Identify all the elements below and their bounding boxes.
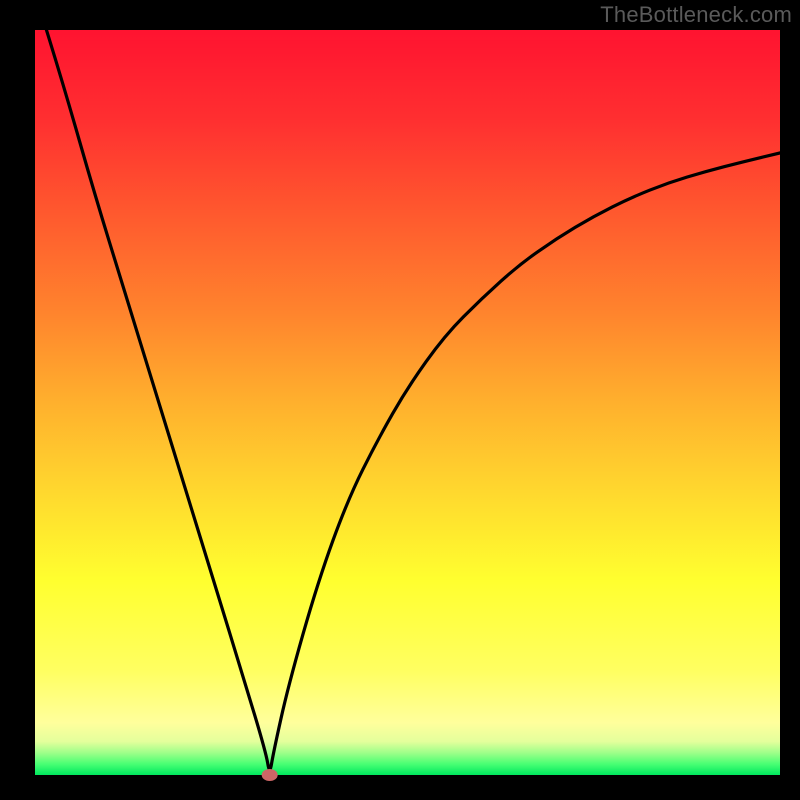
chart-container: TheBottleneck.com bbox=[0, 0, 800, 800]
optimum-marker bbox=[262, 769, 278, 781]
plot-background bbox=[35, 30, 780, 775]
site-watermark: TheBottleneck.com bbox=[600, 2, 792, 28]
bottleneck-chart bbox=[0, 0, 800, 800]
